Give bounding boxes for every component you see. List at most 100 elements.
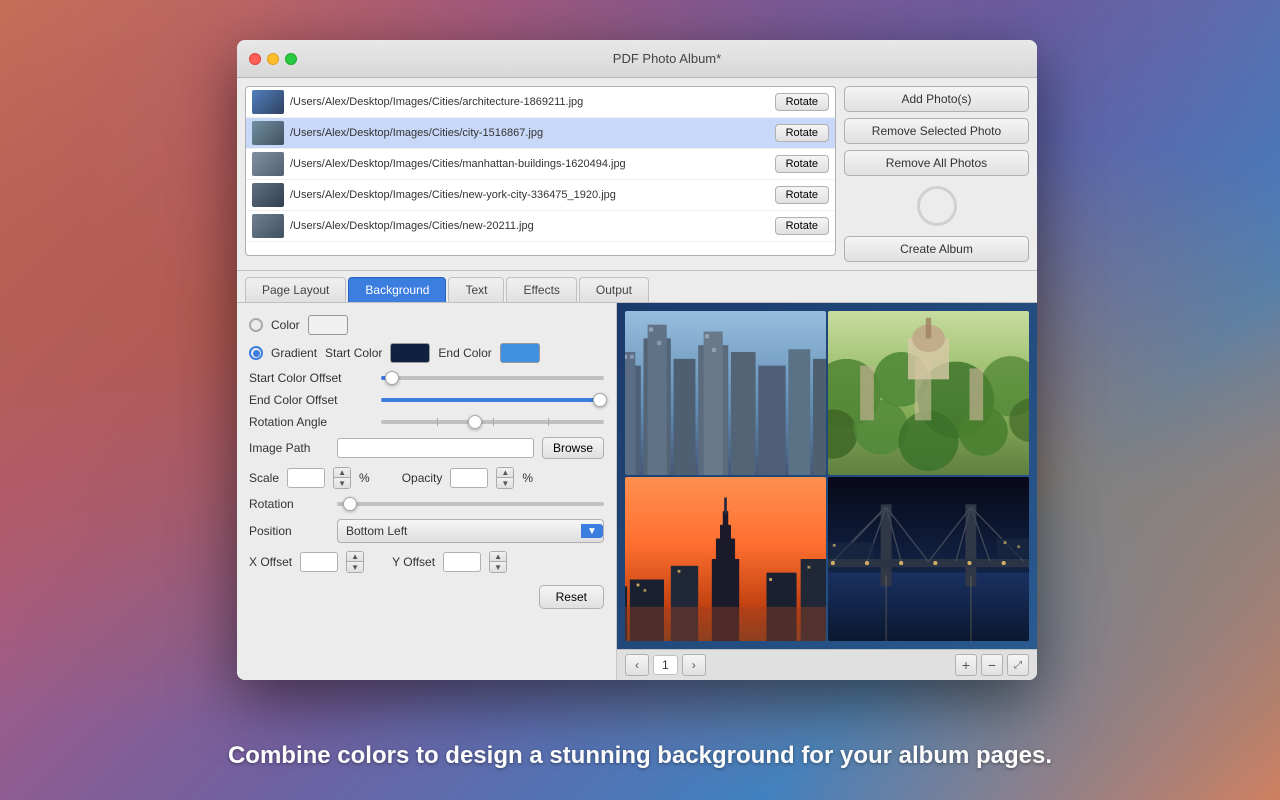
file-thumbnail bbox=[252, 121, 284, 145]
rotation-slider-thumb[interactable] bbox=[343, 497, 357, 511]
scale-stepper[interactable]: ▲ ▼ bbox=[333, 467, 351, 489]
main-area: Color Gradient Start Color End Color Sta… bbox=[237, 303, 1037, 680]
file-row: /Users/Alex/Desktop/Images/Cities/new-yo… bbox=[246, 180, 835, 211]
scale-opacity-row: Scale 100 ▲ ▼ % Opacity 70 ▲ ▼ % bbox=[249, 467, 604, 489]
scale-up[interactable]: ▲ bbox=[334, 468, 350, 478]
scale-label: Scale bbox=[249, 471, 279, 485]
start-offset-slider[interactable] bbox=[381, 376, 604, 380]
scale-down[interactable]: ▼ bbox=[334, 478, 350, 488]
start-color-offset-label: Start Color Offset bbox=[249, 371, 369, 385]
x-offset-up[interactable]: ▲ bbox=[347, 552, 363, 562]
offset-row: X Offset 0 ▲ ▼ Y Offset 0 ▲ ▼ bbox=[249, 551, 604, 573]
file-thumbnail bbox=[252, 90, 284, 114]
nav-bar: ‹ 1 › + − ⤢ bbox=[617, 649, 1037, 680]
tab-background[interactable]: Background bbox=[348, 277, 446, 302]
color-radio[interactable] bbox=[249, 318, 263, 332]
add-photos-button[interactable]: Add Photo(s) bbox=[844, 86, 1029, 112]
end-color-offset-label: End Color Offset bbox=[249, 393, 369, 407]
rotate-button[interactable]: Rotate bbox=[775, 124, 829, 142]
file-row: /Users/Alex/Desktop/Images/Cities/new-20… bbox=[246, 211, 835, 242]
end-offset-row: End Color Offset bbox=[249, 393, 604, 407]
x-offset-stepper[interactable]: ▲ ▼ bbox=[346, 551, 364, 573]
opacity-down[interactable]: ▼ bbox=[497, 478, 513, 488]
minimize-button[interactable] bbox=[267, 53, 279, 65]
photo-cell-4 bbox=[828, 477, 1029, 641]
end-offset-thumb[interactable] bbox=[593, 393, 607, 407]
start-color-swatch[interactable] bbox=[390, 343, 430, 363]
preview-panel: ‹ 1 › + − ⤢ bbox=[617, 303, 1037, 680]
bottom-tagline: Combine colors to design a stunning back… bbox=[0, 742, 1280, 770]
y-offset-up[interactable]: ▲ bbox=[490, 552, 506, 562]
position-row: Position Bottom Left ▼ bbox=[249, 519, 604, 543]
rotation-slider[interactable] bbox=[337, 502, 604, 506]
opacity-up[interactable]: ▲ bbox=[497, 468, 513, 478]
rotate-button[interactable]: Rotate bbox=[775, 155, 829, 173]
close-button[interactable] bbox=[249, 53, 261, 65]
y-offset-stepper[interactable]: ▲ ▼ bbox=[489, 551, 507, 573]
tab-text[interactable]: Text bbox=[448, 277, 504, 302]
image-path-input[interactable] bbox=[337, 438, 534, 458]
photo-cell-3 bbox=[625, 477, 826, 641]
fit-page-button[interactable]: ⤢ bbox=[1007, 654, 1029, 676]
reset-button[interactable]: Reset bbox=[539, 585, 604, 609]
window-title: PDF Photo Album* bbox=[309, 51, 1025, 66]
remove-selected-button[interactable]: Remove Selected Photo bbox=[844, 118, 1029, 144]
rotation-row: Rotation bbox=[249, 497, 604, 511]
position-label: Position bbox=[249, 524, 329, 538]
rotate-button[interactable]: Rotate bbox=[775, 217, 829, 235]
end-color-swatch[interactable] bbox=[500, 343, 540, 363]
file-path: /Users/Alex/Desktop/Images/Cities/new-yo… bbox=[290, 189, 769, 201]
zoom-out-button[interactable]: − bbox=[981, 654, 1003, 676]
scale-percent: % bbox=[359, 471, 370, 485]
y-offset-down[interactable]: ▼ bbox=[490, 562, 506, 572]
image-path-row: Image Path Browse bbox=[249, 437, 604, 459]
scale-input[interactable]: 100 bbox=[287, 468, 325, 488]
rotate-button[interactable]: Rotate bbox=[775, 93, 829, 111]
position-select[interactable]: Bottom Left ▼ bbox=[337, 519, 604, 543]
opacity-input[interactable]: 70 bbox=[450, 468, 488, 488]
right-buttons: Add Photo(s) Remove Selected Photo Remov… bbox=[844, 86, 1029, 262]
opacity-stepper[interactable]: ▲ ▼ bbox=[496, 467, 514, 489]
app-window: PDF Photo Album* /Users/Alex/Desktop/Ima… bbox=[237, 40, 1037, 680]
y-offset-input[interactable]: 0 bbox=[443, 552, 481, 572]
next-page-button[interactable]: › bbox=[682, 654, 706, 676]
create-album-button[interactable]: Create Album bbox=[844, 236, 1029, 262]
browse-button[interactable]: Browse bbox=[542, 437, 604, 459]
page-number: 1 bbox=[653, 655, 678, 675]
rotation-thumb[interactable] bbox=[468, 415, 482, 429]
x-offset-down[interactable]: ▼ bbox=[347, 562, 363, 572]
x-offset-input[interactable]: 0 bbox=[300, 552, 338, 572]
file-row: /Users/Alex/Desktop/Images/Cities/manhat… bbox=[246, 149, 835, 180]
gradient-radio[interactable] bbox=[249, 346, 263, 360]
file-path: /Users/Alex/Desktop/Images/Cities/manhat… bbox=[290, 158, 769, 170]
rotation-angle-row: Rotation Angle bbox=[249, 415, 604, 429]
zoom-in-button[interactable]: + bbox=[955, 654, 977, 676]
gradient-row: Gradient Start Color End Color bbox=[249, 343, 604, 363]
file-thumbnail bbox=[252, 183, 284, 207]
end-offset-fill bbox=[381, 398, 600, 402]
opacity-label: Opacity bbox=[402, 471, 443, 485]
end-offset-slider[interactable] bbox=[381, 398, 604, 402]
rotation-label: Rotation bbox=[249, 497, 329, 511]
remove-all-button[interactable]: Remove All Photos bbox=[844, 150, 1029, 176]
maximize-button[interactable] bbox=[285, 53, 297, 65]
file-path: /Users/Alex/Desktop/Images/Cities/city-1… bbox=[290, 127, 769, 139]
file-row: /Users/Alex/Desktop/Images/Cities/archit… bbox=[246, 87, 835, 118]
tab-output[interactable]: Output bbox=[579, 277, 649, 302]
file-thumbnail bbox=[252, 152, 284, 176]
position-select-wrapper: Bottom Left ▼ bbox=[337, 519, 604, 543]
photo-cell-1 bbox=[625, 311, 826, 475]
x-offset-label: X Offset bbox=[249, 555, 292, 569]
tab-page-layout[interactable]: Page Layout bbox=[245, 277, 346, 302]
file-list[interactable]: /Users/Alex/Desktop/Images/Cities/archit… bbox=[245, 86, 836, 256]
rotation-angle-slider[interactable] bbox=[381, 420, 604, 424]
rotate-button[interactable]: Rotate bbox=[775, 186, 829, 204]
title-bar: PDF Photo Album* bbox=[237, 40, 1037, 78]
dropdown-arrow: ▼ bbox=[581, 524, 603, 538]
start-offset-thumb[interactable] bbox=[385, 371, 399, 385]
controls-panel: Color Gradient Start Color End Color Sta… bbox=[237, 303, 617, 680]
color-swatch[interactable] bbox=[308, 315, 348, 335]
file-path: /Users/Alex/Desktop/Images/Cities/archit… bbox=[290, 96, 769, 108]
prev-page-button[interactable]: ‹ bbox=[625, 654, 649, 676]
tab-effects[interactable]: Effects bbox=[506, 277, 576, 302]
